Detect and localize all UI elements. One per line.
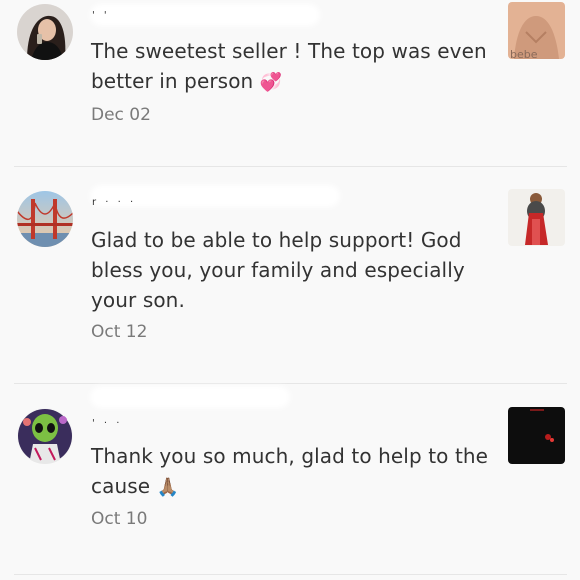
review-date: Oct 12 [91,322,148,342]
reviewer-name-redacted [90,4,320,26]
two-hearts-emoji: 💞 [259,72,283,93]
product-figure-thumbnail-icon [508,189,565,246]
product-thumbnail[interactable]: bebe [508,2,565,59]
alien-cartoon-avatar-icon [17,408,73,464]
reviewer-name-redacted [90,386,290,408]
review-text-content: Glad to be able to help support! God ble… [91,228,465,312]
review-date: Oct 10 [91,509,148,529]
folded-hands-emoji: 🙏🏽 [156,477,180,498]
product-top-thumbnail-icon: bebe [508,2,565,59]
review-item: r · · · Glad to be able to help support!… [0,167,580,384]
review-feed: ' ' The sweetest seller ! The top was ev… [0,0,580,580]
product-thumbnail[interactable] [508,407,565,464]
review-date: Dec 02 [91,105,151,125]
reviewer-avatar[interactable] [17,4,73,60]
reviewer-name[interactable]: ' · · [92,418,122,429]
user-photo-avatar-icon [17,4,73,60]
reviewer-name[interactable]: ' ' [92,10,110,21]
review-text-content: Thank you so much, glad to help to the c… [91,444,489,498]
golden-gate-bridge-avatar-icon [17,191,73,247]
reviewer-avatar[interactable] [17,408,73,464]
product-thumbnail[interactable] [508,189,565,246]
reviewer-name[interactable]: r · · · [92,197,136,208]
review-text: The sweetest seller ! The top was even b… [91,36,501,98]
review-item: ' · · Thank you so much, glad to help to… [0,384,580,575]
review-item: ' ' The sweetest seller ! The top was ev… [0,0,580,167]
divider [14,574,567,575]
review-text: Glad to be able to help support! God ble… [91,225,501,315]
review-text-content: The sweetest seller ! The top was even b… [91,39,487,93]
svg-text:bebe: bebe [510,48,538,59]
reviewer-avatar[interactable] [17,191,73,247]
review-text: Thank you so much, glad to help to the c… [91,441,501,503]
product-dark-thumbnail-icon [508,407,565,464]
